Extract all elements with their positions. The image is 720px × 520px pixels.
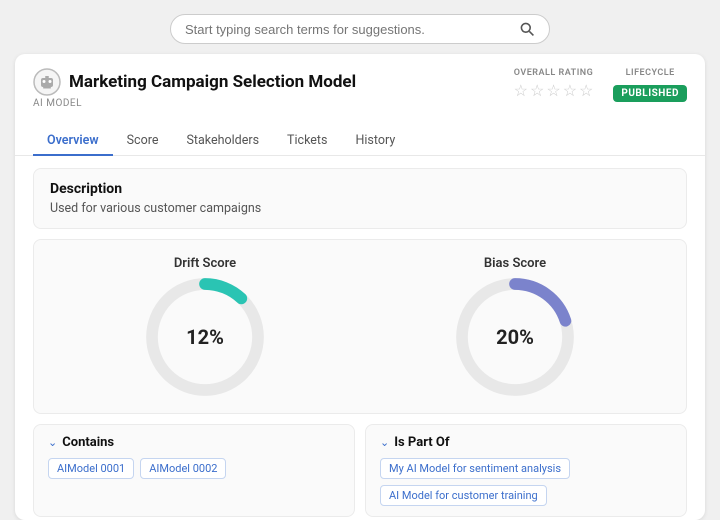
- description-title: Description: [50, 181, 670, 197]
- drift-score-value: 12%: [186, 325, 224, 349]
- tab-tickets[interactable]: Tickets: [273, 127, 341, 156]
- star-1: ☆: [514, 81, 528, 100]
- is-part-of-tags: My AI Model for sentiment analysis AI Mo…: [380, 458, 672, 506]
- published-badge: PUBLISHED: [613, 85, 687, 102]
- search-bar-container: [0, 0, 720, 54]
- star-3: ☆: [546, 81, 560, 100]
- is-part-of-section: ⌄ Is Part Of My AI Model for sentiment a…: [365, 424, 687, 517]
- drift-score-item: Drift Score 12%: [145, 256, 265, 397]
- stars: ☆ ☆ ☆ ☆ ☆: [514, 81, 594, 100]
- overall-rating-label: OVERALL RATING: [514, 68, 594, 78]
- description-text: Used for various customer campaigns: [50, 201, 670, 216]
- tabs: Overview Score Stakeholders Tickets Hist…: [15, 117, 705, 156]
- contains-section: ⌄ Contains AIModel 0001 AIModel 0002: [33, 424, 355, 517]
- tab-score[interactable]: Score: [113, 127, 173, 156]
- contains-title: Contains: [62, 435, 114, 450]
- tag-aimodel-0001[interactable]: AIModel 0001: [48, 458, 134, 479]
- scores-section: Drift Score 12% Bias Score 2: [33, 239, 687, 414]
- model-header-left: Marketing Campaign Selection Model AI MO…: [33, 68, 356, 109]
- lifecycle-section: LIFECYCLE PUBLISHED: [613, 68, 687, 100]
- model-subtitle: AI MODEL: [33, 98, 356, 109]
- model-header-right: OVERALL RATING ☆ ☆ ☆ ☆ ☆ LIFECYCLE PUBLI…: [514, 68, 687, 100]
- tag-sentiment-analysis[interactable]: My AI Model for sentiment analysis: [380, 458, 570, 479]
- is-part-of-title: Is Part Of: [394, 435, 449, 450]
- relations-row: ⌄ Contains AIModel 0001 AIModel 0002 ⌄ I…: [33, 424, 687, 517]
- content-area: Description Used for various customer ca…: [15, 156, 705, 520]
- bias-score-item: Bias Score 20%: [455, 256, 575, 397]
- star-4: ☆: [563, 81, 577, 100]
- search-bar[interactable]: [170, 14, 550, 44]
- star-2: ☆: [530, 81, 544, 100]
- bias-score-chart: 20%: [455, 277, 575, 397]
- tag-customer-training[interactable]: AI Model for customer training: [380, 485, 547, 506]
- search-input[interactable]: [185, 22, 519, 37]
- search-icon: [519, 21, 535, 37]
- contains-header: ⌄ Contains: [48, 435, 340, 450]
- is-part-of-chevron-icon: ⌄: [380, 436, 389, 449]
- description-card: Description Used for various customer ca…: [33, 168, 687, 229]
- tab-history[interactable]: History: [341, 127, 409, 156]
- ai-model-icon: [33, 68, 61, 96]
- bias-score-value: 20%: [496, 325, 534, 349]
- model-title: Marketing Campaign Selection Model: [69, 72, 356, 92]
- tab-stakeholders[interactable]: Stakeholders: [172, 127, 273, 156]
- contains-tags: AIModel 0001 AIModel 0002: [48, 458, 340, 479]
- contains-chevron-icon: ⌄: [48, 436, 57, 449]
- lifecycle-label: LIFECYCLE: [613, 68, 687, 78]
- tag-aimodel-0002[interactable]: AIModel 0002: [140, 458, 226, 479]
- drift-score-chart: 12%: [145, 277, 265, 397]
- overall-rating: OVERALL RATING ☆ ☆ ☆ ☆ ☆: [514, 68, 594, 100]
- tab-overview[interactable]: Overview: [33, 127, 113, 156]
- is-part-of-header: ⌄ Is Part Of: [380, 435, 672, 450]
- bias-score-label: Bias Score: [484, 256, 546, 271]
- star-5: ☆: [579, 81, 593, 100]
- drift-score-label: Drift Score: [174, 256, 236, 271]
- model-title-row: Marketing Campaign Selection Model: [33, 68, 356, 96]
- main-card: Marketing Campaign Selection Model AI MO…: [15, 54, 705, 520]
- model-header: Marketing Campaign Selection Model AI MO…: [15, 54, 705, 109]
